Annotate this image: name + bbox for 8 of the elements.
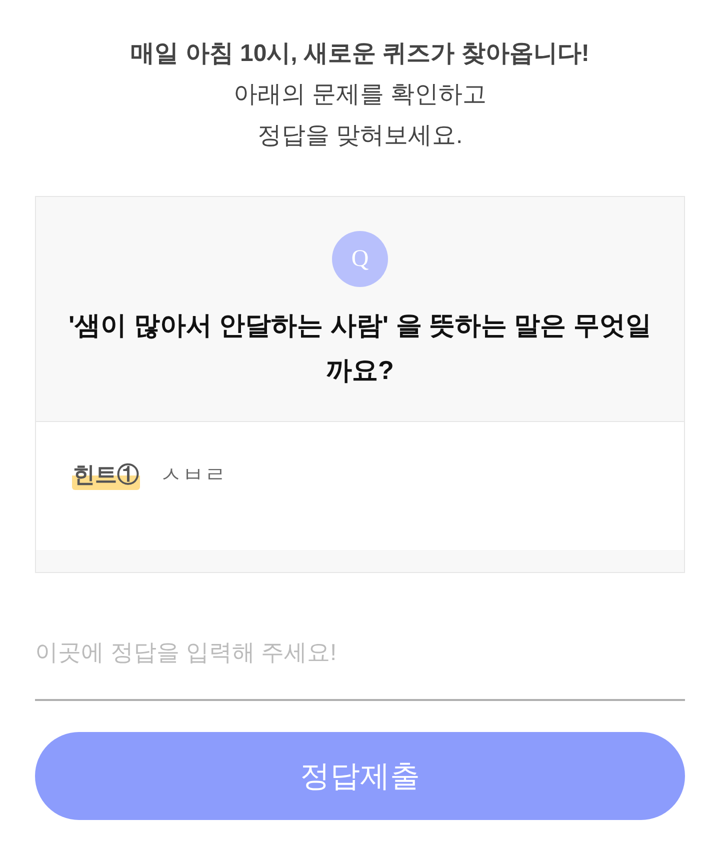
intro-text: 아래의 문제를 확인하고: [233, 80, 487, 110]
submit-button[interactable]: 정답제출: [35, 732, 685, 820]
answer-input[interactable]: 이곳에 정답을 입력해 주세요!: [35, 631, 685, 701]
question-text: '샘이 많아서 안달하는 사람' 을 뜻하는 말은 무엇일까요?: [68, 309, 652, 387]
q-badge: Q: [332, 231, 388, 287]
hint-text: ㅅㅂㄹ: [160, 461, 226, 489]
intro-text: 정답을 맞혀보세요.: [257, 121, 463, 151]
headline: 매일 아침 10시, 새로운 퀴즈가 찾아옵니다!: [130, 39, 590, 69]
